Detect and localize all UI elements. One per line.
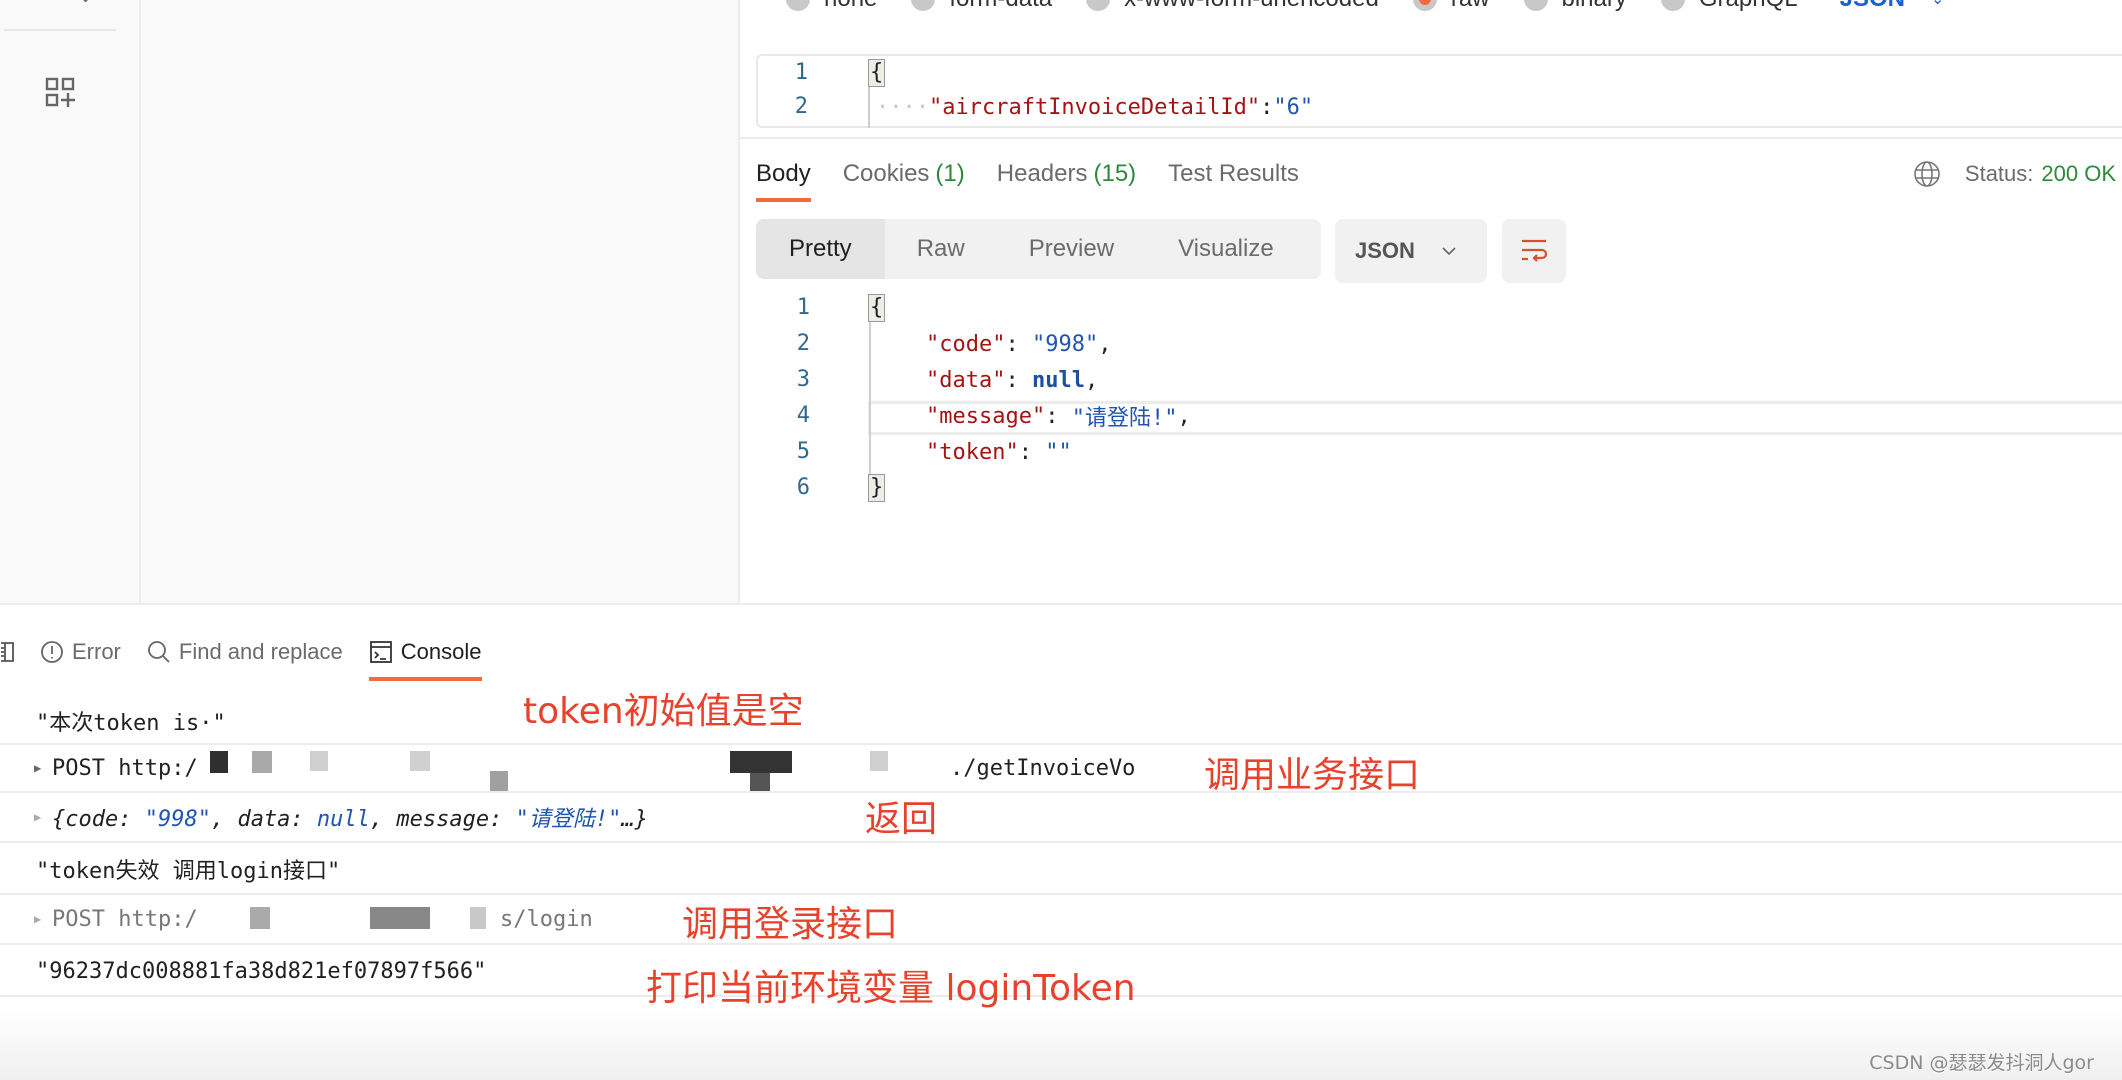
expand-triangle-icon[interactable]: ▶	[34, 810, 41, 824]
indent-guide	[869, 318, 871, 480]
console-request-row[interactable]: ▶ POST http:/ s/login	[0, 895, 2122, 945]
console-response-row[interactable]: ▶ {code: "998", data: null, message: "请登…	[0, 793, 2122, 843]
wrap-lines-button[interactable]	[1502, 219, 1566, 283]
chevron-down-icon	[1442, 247, 1456, 256]
search-icon	[147, 641, 170, 663]
view-preview[interactable]: Preview	[997, 219, 1146, 279]
error-icon	[41, 641, 63, 663]
tab-error[interactable]: Error	[40, 632, 121, 672]
bottom-shadow	[0, 1010, 2122, 1080]
line-number: 1	[796, 295, 810, 320]
console-request-row[interactable]: ▶ POST http:/ ./getInvoiceVo	[0, 743, 2122, 793]
tab-console[interactable]: Console	[368, 632, 482, 681]
code-line: {	[868, 294, 886, 322]
code-line: "code": "998",	[926, 331, 1112, 357]
line-number: 4	[796, 403, 810, 428]
body-type-selector: none form-data x-www-form-urlencoded raw…	[786, 0, 1944, 14]
view-visualize[interactable]: Visualize	[1146, 219, 1306, 279]
radio-dot[interactable]	[786, 0, 810, 11]
line-number: 1	[794, 60, 808, 85]
line-number: 2	[794, 94, 808, 119]
tab-find-replace[interactable]: Find and replace	[147, 632, 343, 672]
code-line: "token": ""	[926, 439, 1072, 465]
left-sidebar: ⌄	[0, 0, 141, 603]
view-pretty[interactable]: Pretty	[756, 219, 885, 279]
view-mode-selector: Pretty Raw Preview Visualize	[756, 219, 1321, 279]
radio-dot[interactable]	[1523, 0, 1548, 11]
code-line: "data": null,	[926, 367, 1099, 393]
redacted-url	[210, 751, 950, 791]
response-status: Status: 200 OK	[1913, 152, 2116, 196]
radio-binary[interactable]: binary	[1523, 0, 1627, 13]
tab-body[interactable]: Body	[756, 152, 811, 202]
radio-raw[interactable]: raw	[1412, 0, 1490, 13]
response-tabs: Body Cookies (1) Headers (15) Test Results	[756, 152, 1331, 202]
collections-pane	[141, 0, 740, 603]
line-number: 2	[796, 331, 810, 356]
redacted-url	[210, 907, 490, 931]
toggle-sidebar-button[interactable]	[0, 632, 22, 672]
expand-triangle-icon[interactable]: ▶	[34, 761, 41, 775]
radio-dot-selected[interactable]	[1412, 0, 1437, 11]
console-log-row[interactable]: "本次token is·"	[0, 696, 2122, 746]
annotation: 调用登录接口	[682, 904, 899, 945]
status-code: 200 OK	[2041, 161, 2116, 186]
console-log-row[interactable]: "token失效 调用login接口"	[0, 845, 2122, 895]
sidebar-toggle-icon	[1, 642, 14, 662]
annotation: token初始值是空	[523, 691, 804, 732]
chevron-down-icon[interactable]: ⌄	[1931, 0, 1944, 9]
terminal-icon	[369, 641, 392, 663]
console-divider	[0, 603, 2122, 605]
radio-urlencoded[interactable]: x-www-form-urlencoded	[1086, 0, 1379, 13]
tab-test-results[interactable]: Test Results	[1168, 152, 1299, 196]
tab-headers[interactable]: Headers (15)	[997, 152, 1136, 196]
annotation: 返回	[865, 799, 938, 840]
view-raw[interactable]: Raw	[885, 219, 997, 279]
chevron-down-icon[interactable]: ⌄	[78, 0, 93, 7]
raw-format-dropdown[interactable]: JSON	[1840, 0, 1905, 13]
radio-dot[interactable]	[911, 0, 936, 11]
annotation: 打印当前环境变量 loginToken	[646, 968, 1136, 1009]
wrap-lines-icon	[1522, 239, 1548, 262]
code-line: ···· "aircraftInvoiceDetailId": "6"	[876, 94, 1314, 120]
expand-triangle-icon[interactable]: ▶	[34, 912, 41, 926]
line-number: 5	[796, 439, 810, 464]
indent-guide	[868, 84, 870, 128]
radio-graphql[interactable]: GraphQL	[1660, 0, 1798, 13]
radio-form-data[interactable]: form-data	[911, 0, 1052, 13]
response-format-dropdown[interactable]: JSON	[1335, 219, 1487, 283]
globe-icon[interactable]	[1913, 160, 1941, 188]
code-line: {	[868, 59, 886, 87]
response-body-viewer[interactable]: 1 2 3 4 5 6 { "code": "998", "data": nul…	[740, 290, 2122, 520]
panel-divider	[740, 137, 2122, 139]
annotation: 调用业务接口	[1204, 755, 1421, 796]
request-response-panel: none form-data x-www-form-urlencoded raw…	[740, 0, 2122, 603]
sidebar-divider	[4, 29, 116, 31]
apps-add-icon[interactable]	[45, 77, 75, 107]
radio-dot[interactable]	[1660, 0, 1685, 11]
line-number: 3	[796, 367, 810, 392]
console-toolbar: Error Find and replace Console	[0, 632, 508, 681]
code-line: "message": "请登陆!",	[926, 403, 1191, 432]
radio-none[interactable]: none	[786, 0, 877, 13]
code-line: }	[868, 474, 886, 502]
line-number: 6	[796, 475, 810, 500]
radio-dot[interactable]	[1086, 0, 1111, 11]
watermark: CSDN @瑟瑟发抖洞人gor	[1869, 1052, 2094, 1074]
tab-cookies[interactable]: Cookies (1)	[843, 152, 965, 196]
request-body-editor[interactable]: 1 2 { ···· "aircraftInvoiceDetailId": "6"	[756, 54, 2122, 128]
